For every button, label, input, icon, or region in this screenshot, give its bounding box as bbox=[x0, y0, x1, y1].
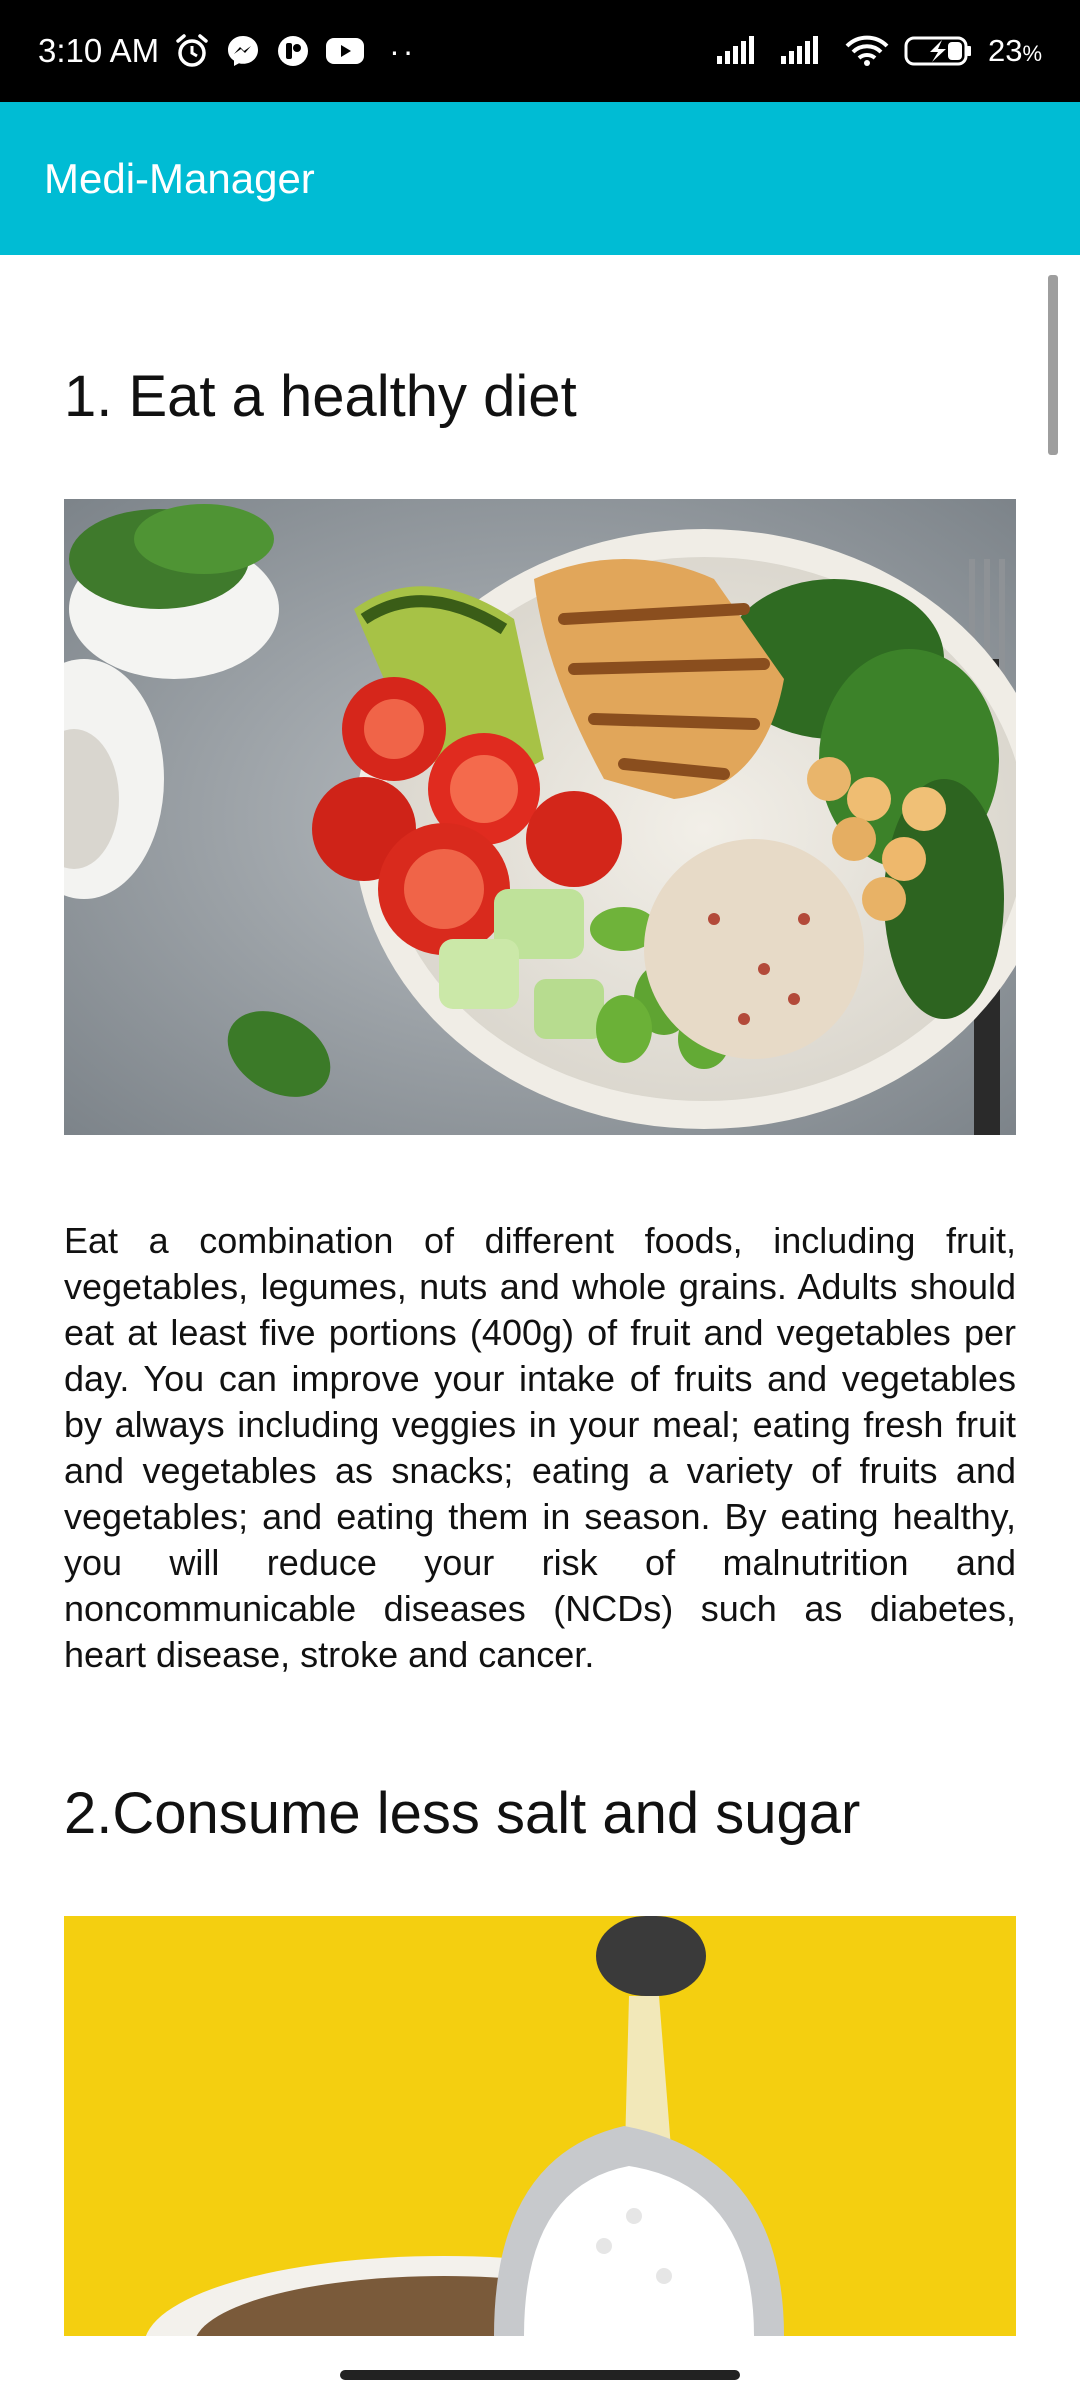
gesture-navigation-handle[interactable] bbox=[340, 2370, 740, 2380]
battery-charging-icon bbox=[904, 34, 974, 68]
status-left: 3:10 AM ·· bbox=[38, 32, 416, 70]
status-time: 3:10 AM bbox=[38, 32, 160, 69]
app-notification-icon bbox=[275, 33, 311, 69]
more-notifications-indicator: ·· bbox=[389, 32, 417, 69]
section-heading: 2.Consume less salt and sugar bbox=[64, 1781, 861, 1846]
app-bar: Medi-Manager bbox=[0, 102, 1080, 255]
article-scroll-view[interactable]: 1. Eat a healthy diet Eat a combination … bbox=[0, 255, 1080, 2400]
battery-unit: % bbox=[1022, 41, 1042, 66]
signal-icon bbox=[780, 34, 830, 68]
scrollbar-thumb[interactable] bbox=[1048, 275, 1058, 455]
battery-level: 23% bbox=[987, 33, 1042, 68]
status-right: 23% bbox=[716, 33, 1042, 69]
healthy-food-bowl-image bbox=[64, 499, 1016, 1135]
app-title: Medi-Manager bbox=[44, 154, 315, 202]
sugar-spoon-image bbox=[64, 1916, 1016, 2336]
youtube-icon bbox=[325, 35, 365, 67]
messenger-icon bbox=[225, 33, 261, 69]
section-heading: 1. Eat a healthy diet bbox=[64, 364, 577, 429]
status-bar: 3:10 AM ·· 23% bbox=[0, 0, 1080, 102]
alarm-icon bbox=[173, 32, 211, 70]
wifi-icon bbox=[844, 34, 890, 68]
section-body-text: Eat a combination of different foods, in… bbox=[64, 1220, 1016, 1675]
signal-icon bbox=[716, 34, 766, 68]
